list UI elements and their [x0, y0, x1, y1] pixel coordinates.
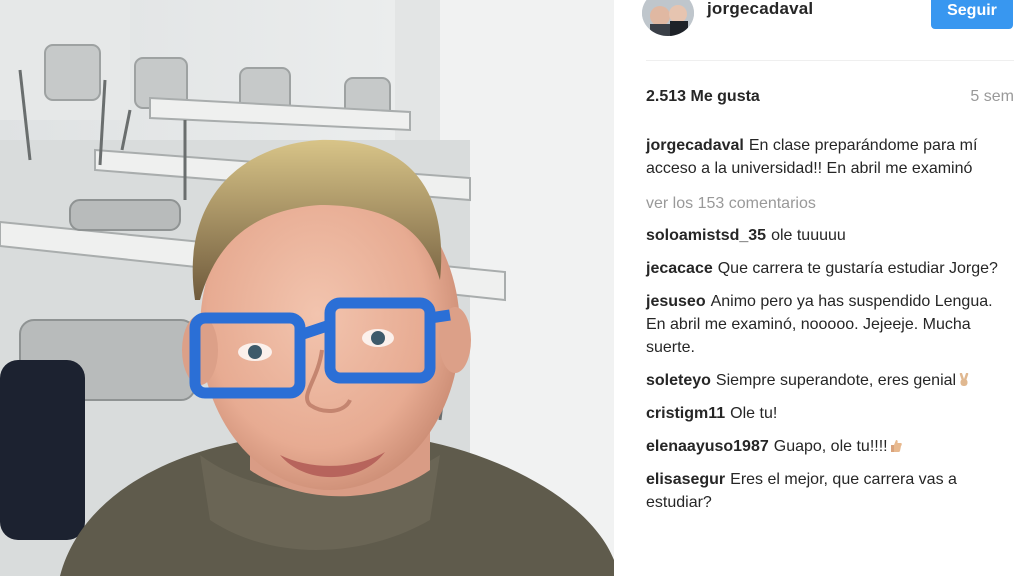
comments-section: jorgecadaval En clase preparándome para m… — [646, 134, 1012, 524]
follow-button[interactable]: Seguir — [931, 0, 1013, 29]
comment-text: Siempre superandote, eres genial — [715, 372, 957, 389]
post-header: jorgecadaval Seguir — [614, 0, 1024, 60]
header-divider — [646, 60, 1014, 61]
comment-text: Que carrera te gustaría estudiar Jorge? — [717, 260, 998, 277]
comment-text: ole tuuuuu — [771, 227, 846, 244]
comment-item: jecacace Que carrera te gustaría estudiar… — [646, 257, 1012, 280]
likes-count[interactable]: 2.513 Me gusta — [646, 88, 760, 106]
comment-text: Guapo, ole tu!!!! — [773, 438, 888, 455]
profile-photo-icon — [642, 0, 694, 36]
comment-username[interactable]: elenaayuso1987 — [646, 438, 769, 455]
view-all-comments-link[interactable]: ver los 153 comentarios — [646, 192, 1012, 215]
comment-item: cristigm11 Ole tu! — [646, 402, 1012, 425]
comment-text: Ole tu! — [730, 405, 778, 422]
comment-username[interactable]: cristigm11 — [646, 405, 725, 422]
comment-username[interactable]: soleteyo — [646, 372, 711, 389]
comment-item: jesuseo Animo pero ya has suspendido Leng… — [646, 290, 1012, 359]
victory-hand-emoji-icon — [959, 373, 969, 386]
post-timestamp[interactable]: 5 sem — [970, 88, 1014, 106]
comment-item: soleteyo Siempre superandote, eres genial — [646, 369, 1012, 392]
post-caption: jorgecadaval En clase preparándome para m… — [646, 134, 1012, 180]
comment-item: soloamistsd_35 ole tuuuuu — [646, 224, 1012, 247]
comment-item: elenaayuso1987 Guapo, ole tu!!!! — [646, 435, 1012, 458]
comment-item: elisasegur Eres el mejor, que carrera vas… — [646, 468, 1012, 514]
caption-username[interactable]: jorgecadaval — [646, 137, 744, 154]
thumbs-up-emoji-icon — [890, 440, 902, 452]
selfie-classroom-image — [0, 0, 614, 576]
comment-username[interactable]: jecacace — [646, 260, 713, 277]
post-side-panel: jorgecadaval Seguir 2.513 Me gusta 5 sem… — [614, 0, 1024, 576]
username-link[interactable]: jorgecadaval — [707, 0, 813, 19]
comment-username[interactable]: soloamistsd_35 — [646, 227, 766, 244]
comment-username[interactable]: elisasegur — [646, 471, 725, 488]
post-photo[interactable] — [0, 0, 614, 576]
avatar[interactable] — [642, 0, 694, 36]
comment-username[interactable]: jesuseo — [646, 293, 706, 310]
likes-row: 2.513 Me gusta 5 sem — [646, 88, 1014, 110]
